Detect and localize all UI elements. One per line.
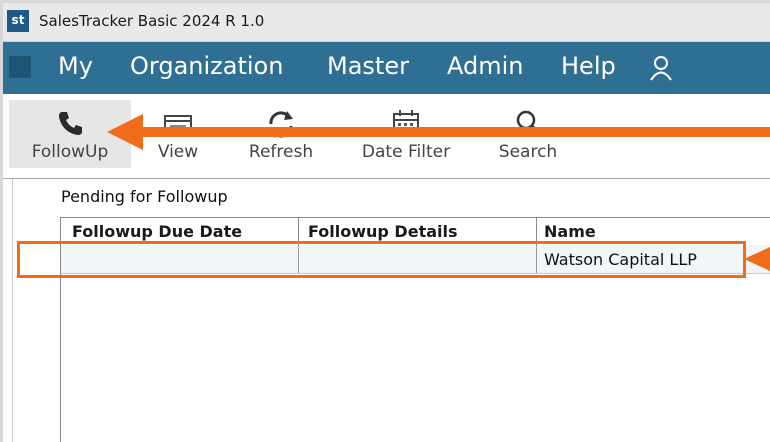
grid-header: Followup Due Date Followup Details Name: [61, 217, 770, 246]
menu-bar: My Organization Master Admin Help: [3, 42, 770, 94]
followup-button[interactable]: FollowUp: [9, 100, 131, 168]
menu-admin[interactable]: Admin: [447, 52, 524, 80]
menu-help[interactable]: Help: [561, 52, 616, 80]
app-window: st SalesTracker Basic 2024 R 1.0 My Orga…: [3, 3, 770, 442]
refresh-icon: [269, 111, 293, 138]
calendar-icon: [393, 110, 419, 137]
column-header-details[interactable]: Followup Details: [308, 222, 458, 241]
cell-divider: [536, 245, 537, 273]
search-label: Search: [498, 142, 558, 162]
left-border: [12, 179, 13, 442]
menu-my[interactable]: My: [58, 52, 93, 80]
cell-name: Watson Capital LLP: [544, 250, 697, 269]
refresh-button[interactable]: Refresh: [241, 100, 321, 168]
column-divider[interactable]: [298, 218, 299, 245]
title-bar: st SalesTracker Basic 2024 R 1.0: [3, 3, 770, 42]
app-menu-square[interactable]: [9, 56, 31, 78]
date-filter-label: Date Filter: [361, 142, 451, 162]
followup-label: FollowUp: [31, 142, 109, 162]
cell-divider: [298, 245, 299, 273]
table-row[interactable]: Watson Capital LLP: [61, 245, 770, 274]
view-label: View: [157, 142, 199, 162]
user-icon[interactable]: [648, 55, 674, 81]
app-logo: st: [7, 10, 29, 32]
section-title: Pending for Followup: [61, 187, 228, 206]
menu-master[interactable]: Master: [327, 52, 409, 80]
phone-icon: [59, 112, 82, 135]
column-header-name[interactable]: Name: [544, 222, 596, 241]
date-filter-button[interactable]: Date Filter: [356, 100, 456, 168]
toolbar: FollowUp View Refresh Date Filter Search: [3, 94, 770, 179]
menu-organization[interactable]: Organization: [130, 52, 283, 80]
content-area: Pending for Followup Followup Due Date F…: [3, 179, 770, 442]
followup-grid: Followup Due Date Followup Details Name …: [60, 217, 770, 442]
column-divider[interactable]: [536, 218, 537, 245]
view-button[interactable]: View: [148, 100, 208, 168]
column-header-due-date[interactable]: Followup Due Date: [72, 222, 242, 241]
refresh-label: Refresh: [248, 142, 314, 162]
window-title: SalesTracker Basic 2024 R 1.0: [39, 12, 265, 30]
search-button[interactable]: Search: [493, 100, 563, 168]
search-icon: [516, 110, 541, 135]
view-window-icon: [164, 115, 192, 137]
